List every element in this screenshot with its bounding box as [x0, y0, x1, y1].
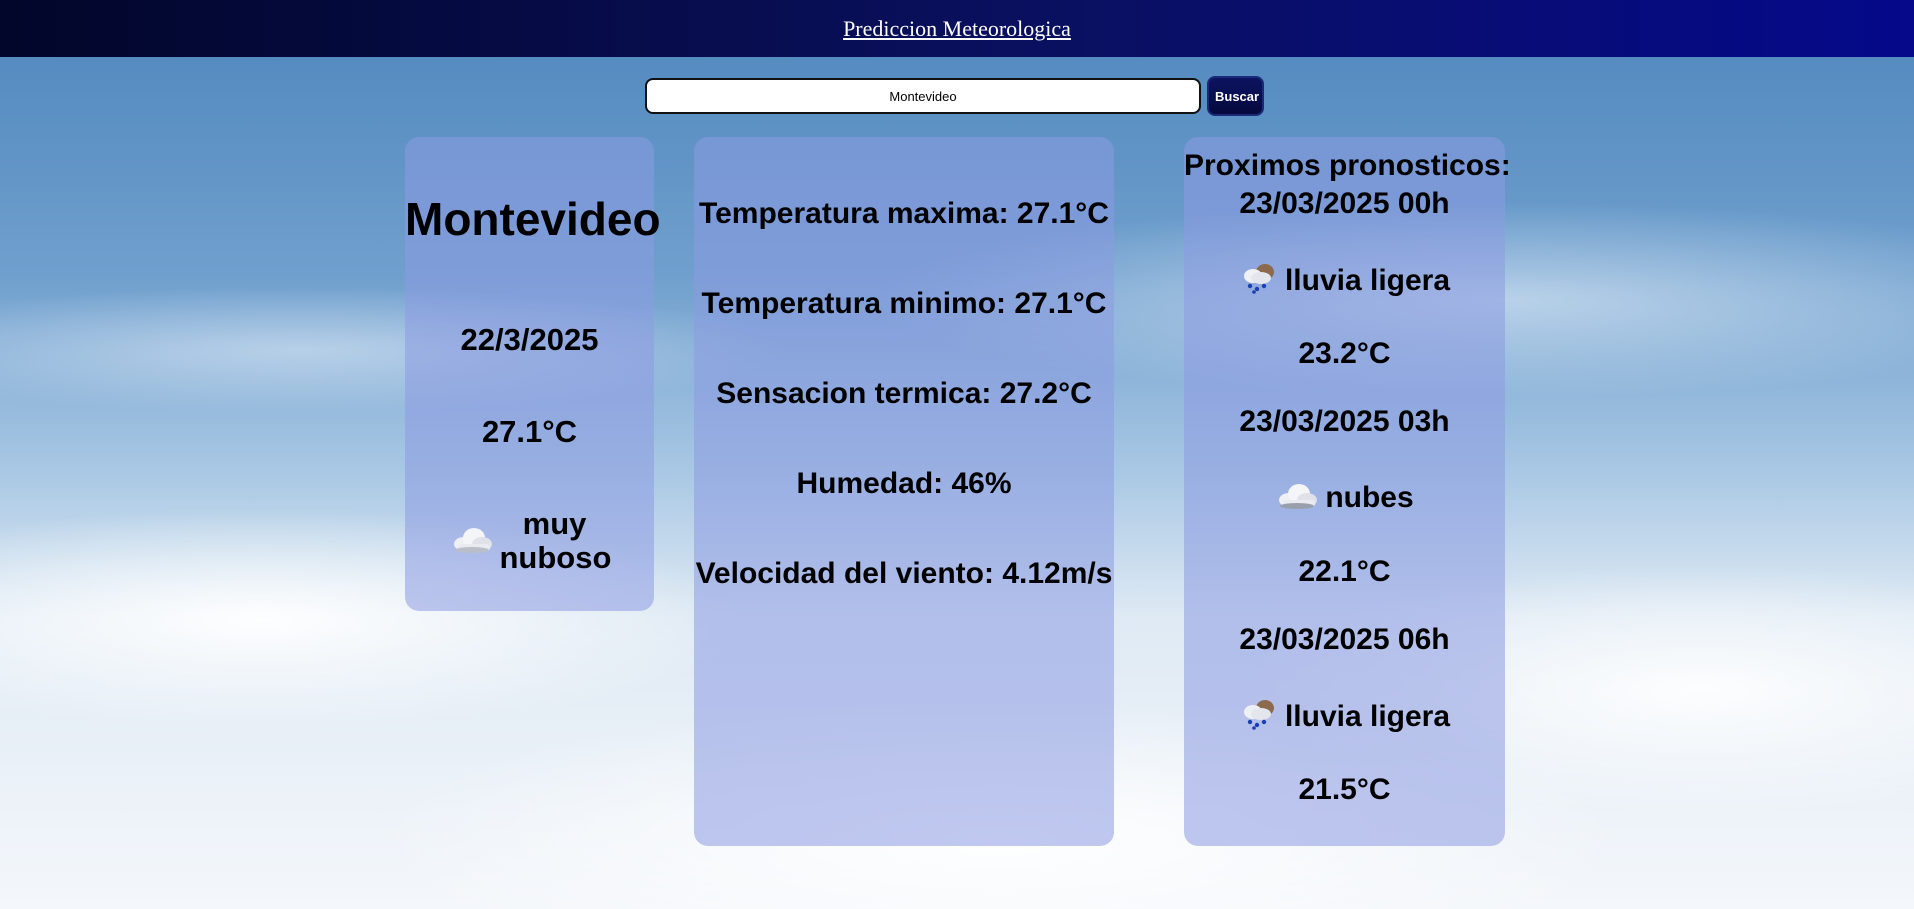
wind-speed: Velocidad del viento: 4.12m/s: [695, 557, 1113, 590]
forecast-condition-label: lluvia ligera: [1284, 263, 1451, 297]
rain-icon: [1239, 698, 1279, 735]
temp-max: Temperatura maxima: 27.1°C: [699, 197, 1109, 230]
rain-icon: [1239, 262, 1279, 299]
feels-like: Sensacion termica: 27.2°C: [716, 377, 1092, 410]
forecast-condition: lluvia ligera: [1184, 262, 1505, 299]
app-title-link[interactable]: Prediccion Meteorologica: [843, 16, 1071, 42]
cloud-icon: [450, 524, 494, 559]
forecast-condition: nubes: [1184, 480, 1505, 515]
forecast-title: Proximos pronosticos:: [1184, 149, 1511, 182]
forecast-condition: lluvia ligera: [1184, 698, 1505, 735]
humidity: Humedad: 46%: [796, 467, 1012, 500]
forecast-condition-label: lluvia ligera: [1284, 699, 1451, 733]
forecast-temperature: 23.2°C: [1298, 337, 1391, 370]
forecast-panel: Proximos pronosticos: 23/03/2025 00h llu…: [1184, 137, 1511, 846]
details-panel: Temperatura maxima: 27.1°C Temperatura m…: [694, 137, 1114, 846]
forecast-temperature: 22.1°C: [1298, 555, 1391, 588]
forecast-datetime: 23/03/2025 06h: [1239, 623, 1450, 656]
app-header: Prediccion Meteorologica: [0, 0, 1914, 57]
current-condition: muy nuboso: [405, 507, 654, 575]
current-condition-label: muy nuboso: [499, 506, 612, 575]
current-temperature: 27.1°C: [481, 414, 578, 449]
city-search-input[interactable]: [645, 78, 1201, 114]
city-name: Montevideo: [405, 193, 661, 245]
forecast-condition-label: nubes: [1325, 480, 1414, 514]
search-bar: Buscar: [645, 76, 1264, 116]
current-date: 22/3/2025: [460, 322, 599, 357]
forecast-datetime: 23/03/2025 03h: [1239, 405, 1450, 438]
current-weather-panel: Montevideo 22/3/2025 27.1°C muy nuboso: [405, 137, 661, 611]
forecast-temperature: 21.5°C: [1298, 773, 1391, 806]
search-button[interactable]: Buscar: [1207, 76, 1264, 116]
cloud-icon: [1275, 480, 1319, 515]
forecast-datetime: 23/03/2025 00h: [1239, 187, 1450, 220]
temp-min: Temperatura minimo: 27.1°C: [701, 287, 1107, 320]
